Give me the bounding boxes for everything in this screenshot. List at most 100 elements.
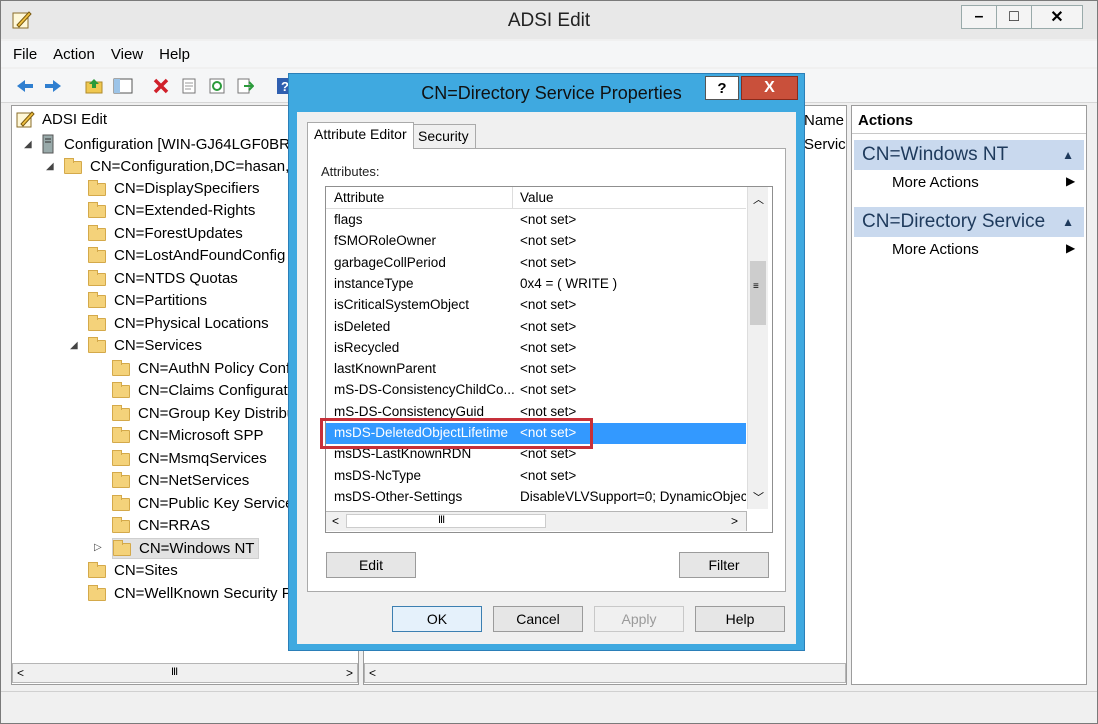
- column-header-name[interactable]: Name: [804, 112, 844, 129]
- tree-item-services[interactable]: ◢ CN=Services: [70, 334, 202, 356]
- scroll-right-icon[interactable]: >: [731, 514, 738, 528]
- tree-item[interactable]: CN=AuthN Policy Conf: [112, 357, 290, 379]
- tab-attribute-editor[interactable]: Attribute Editor: [307, 122, 414, 149]
- export-list-icon[interactable]: [233, 74, 257, 98]
- tree-item[interactable]: CN=RRAS: [112, 514, 210, 536]
- scroll-thumb[interactable]: [346, 514, 546, 528]
- menu-file[interactable]: File: [13, 46, 37, 63]
- tree-horizontal-scrollbar[interactable]: < III >: [12, 663, 358, 683]
- attribute-row[interactable]: isRecycled <not set>: [326, 338, 746, 359]
- folder-icon: [88, 561, 106, 578]
- tree-item[interactable]: CN=ForestUpdates: [88, 222, 243, 244]
- tree-item[interactable]: CN=Partitions: [88, 289, 207, 311]
- attribute-row[interactable]: fSMORoleOwner <not set>: [326, 231, 746, 252]
- tree-item[interactable]: CN=Physical Locations: [88, 312, 269, 334]
- tree-item-config-dc[interactable]: ◢ CN=Configuration,DC=hasan,: [46, 155, 289, 177]
- show-hide-tree-icon[interactable]: [111, 74, 135, 98]
- collapse-icon[interactable]: ◢: [24, 139, 32, 150]
- tree-label: CN=Extended-Rights: [114, 201, 256, 219]
- tree-item-adsi-edit[interactable]: ADSI Edit: [16, 108, 107, 130]
- collapse-up-icon[interactable]: ▲: [1062, 148, 1074, 162]
- tree-item-configuration[interactable]: ◢ Configuration [WIN-GJ64LGF0BRE: [24, 133, 300, 155]
- attribute-row[interactable]: msDS-Other-Settings DisableVLVSupport=0; …: [326, 487, 746, 508]
- attribute-value: 0x4 = ( WRITE ): [520, 275, 618, 291]
- results-horizontal-scrollbar[interactable]: <: [364, 663, 846, 683]
- title-bar[interactable]: ADSI Edit – □ ✕: [1, 1, 1097, 39]
- properties-icon[interactable]: [177, 74, 201, 98]
- scroll-left-icon[interactable]: <: [369, 666, 376, 680]
- scroll-up-icon[interactable]: ︿: [753, 191, 764, 207]
- forward-icon[interactable]: [41, 74, 65, 98]
- cancel-button[interactable]: Cancel: [493, 606, 583, 632]
- column-header-attribute[interactable]: Attribute: [334, 190, 384, 205]
- scroll-thumb[interactable]: ≡: [750, 261, 766, 325]
- edit-button[interactable]: Edit: [326, 552, 416, 578]
- more-actions-directory-service[interactable]: More Actions ▶: [892, 241, 1075, 258]
- tree-item[interactable]: CN=MsmqServices: [112, 447, 267, 469]
- actions-group-directory-service[interactable]: CN=Directory Service ▲: [854, 207, 1084, 237]
- close-button[interactable]: ✕: [1031, 5, 1083, 29]
- scroll-left-icon[interactable]: <: [17, 666, 24, 680]
- scroll-right-icon[interactable]: >: [346, 666, 353, 680]
- dialog-close-button[interactable]: X: [741, 76, 798, 100]
- attribute-value: <not set>: [520, 467, 577, 483]
- scroll-left-icon[interactable]: <: [332, 514, 339, 528]
- tree-item[interactable]: CN=Microsoft SPP: [112, 424, 263, 446]
- tree-item[interactable]: CN=Extended-Rights: [88, 199, 255, 221]
- expand-icon[interactable]: ▷: [94, 542, 102, 553]
- attribute-row[interactable]: mS-DS-ConsistencyChildCo... <not set>: [326, 380, 746, 401]
- attribute-value: <not set>: [520, 382, 577, 398]
- up-folder-icon[interactable]: [83, 74, 107, 98]
- menu-help[interactable]: Help: [159, 46, 190, 63]
- collapse-up-icon[interactable]: ▲: [1062, 215, 1074, 229]
- attribute-row[interactable]: msDS-LastKnownRDN <not set>: [326, 444, 746, 465]
- maximize-button[interactable]: □: [996, 5, 1032, 29]
- attribute-row[interactable]: msDS-NcType <not set>: [326, 466, 746, 487]
- more-actions-windows-nt[interactable]: More Actions ▶: [892, 174, 1075, 191]
- tree-label: CN=Services: [114, 336, 202, 354]
- results-row[interactable]: Servic: [804, 136, 846, 153]
- help-button[interactable]: Help: [695, 606, 785, 632]
- tree-item[interactable]: CN=NTDS Quotas: [88, 267, 238, 289]
- filter-button[interactable]: Filter: [679, 552, 769, 578]
- attributes-list[interactable]: Attribute Value flags <not set> fSMORoleOw…: [325, 186, 773, 533]
- back-icon[interactable]: [13, 74, 37, 98]
- tree-item[interactable]: CN=WellKnown Security P: [88, 582, 292, 604]
- tree-item[interactable]: CN=DisplaySpecifiers: [88, 177, 259, 199]
- attribute-row[interactable]: lastKnownParent <not set>: [326, 359, 746, 380]
- menu-view[interactable]: View: [111, 46, 143, 63]
- tree-label: ADSI Edit: [42, 110, 108, 128]
- tree-item[interactable]: CN=Public Key Services: [112, 492, 301, 514]
- ok-button[interactable]: OK: [392, 606, 482, 632]
- attributes-horizontal-scrollbar[interactable]: < III >: [326, 511, 747, 531]
- attribute-name: lastKnownParent: [334, 361, 437, 377]
- scroll-down-icon[interactable]: ﹀: [753, 489, 764, 505]
- scroll-thumb-grip-icon[interactable]: III: [171, 666, 178, 678]
- tree-item[interactable]: CN=Sites: [88, 559, 178, 581]
- column-header-value[interactable]: Value: [520, 190, 554, 205]
- attribute-row[interactable]: isCriticalSystemObject <not set>: [326, 295, 746, 316]
- attribute-row[interactable]: msDS-DeletedObjectLifetime <not set>: [326, 423, 746, 444]
- menu-action[interactable]: Action: [53, 46, 95, 63]
- tree-item[interactable]: CN=Claims Configurati: [112, 379, 291, 401]
- folder-icon: [88, 179, 106, 196]
- attribute-row[interactable]: instanceType 0x4 = ( WRITE ): [326, 274, 746, 295]
- minimize-button[interactable]: –: [961, 5, 997, 29]
- refresh-icon[interactable]: [205, 74, 229, 98]
- tree-item[interactable]: CN=NetServices: [112, 469, 249, 491]
- tab-security[interactable]: Security: [411, 124, 476, 149]
- tree-item-windows-nt[interactable]: ▷ CN=Windows NT: [92, 537, 260, 559]
- actions-group-windows-nt[interactable]: CN=Windows NT ▲: [854, 140, 1084, 170]
- tree-item[interactable]: CN=Group Key Distribu: [112, 402, 295, 424]
- delete-icon[interactable]: [149, 74, 173, 98]
- attributes-vertical-scrollbar[interactable]: ︿ ≡ ﹀: [747, 187, 768, 509]
- attribute-row[interactable]: garbageCollPeriod <not set>: [326, 253, 746, 274]
- collapse-icon[interactable]: ◢: [70, 340, 78, 351]
- attribute-row[interactable]: flags <not set>: [326, 210, 746, 231]
- attribute-row[interactable]: mS-DS-ConsistencyGuid <not set>: [326, 402, 746, 423]
- dialog-help-button[interactable]: ?: [705, 76, 739, 100]
- folder-icon: [88, 224, 106, 241]
- tree-item[interactable]: CN=LostAndFoundConfig: [88, 244, 285, 266]
- attribute-row[interactable]: isDeleted <not set>: [326, 317, 746, 338]
- collapse-icon[interactable]: ◢: [46, 161, 54, 172]
